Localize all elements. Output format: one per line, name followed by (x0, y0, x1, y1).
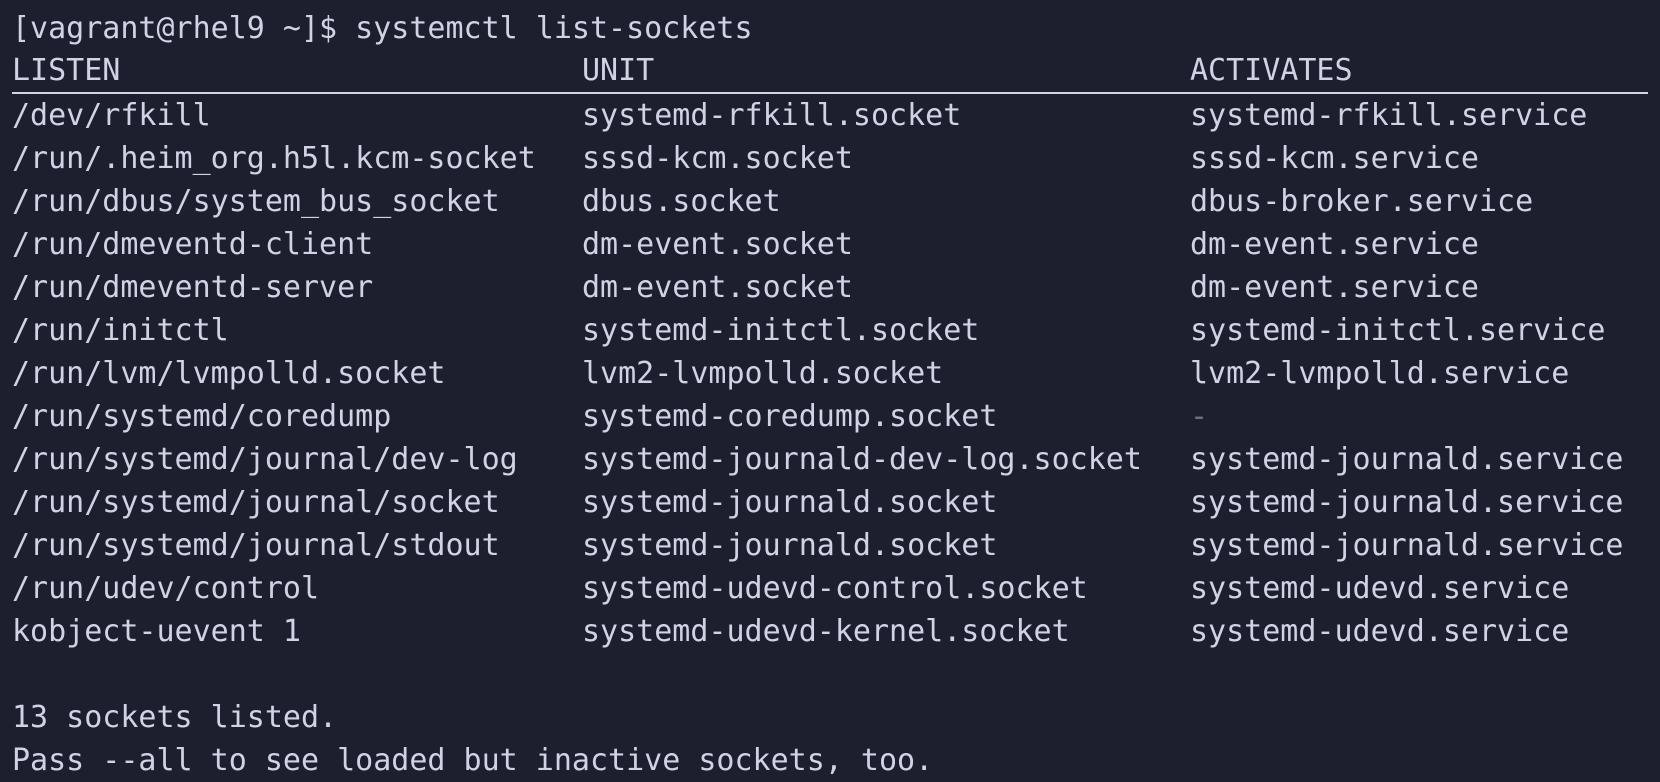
listen-cell: /run/dmeventd-server (12, 270, 374, 305)
command-text: systemctl list-sockets (355, 11, 753, 46)
table-row: /run/systemd/coredump systemd-coredump.s… (12, 395, 1648, 438)
column-header-activates: ACTIVATES (1190, 53, 1353, 88)
unit-cell: dm-event.socket (582, 270, 853, 305)
table-row: /run/initctl systemd-initctl.socket syst… (12, 309, 1648, 352)
listen-cell: /run/systemd/journal/dev-log (12, 442, 518, 477)
unit-cell: systemd-coredump.socket (582, 399, 998, 434)
table-row: /run/systemd/journal/stdout systemd-jour… (12, 524, 1648, 567)
activates-cell: systemd-rfkill.service (1190, 98, 1588, 133)
activates-cell: dm-event.service (1190, 270, 1479, 305)
table-row: /run/systemd/journal/socket systemd-jour… (12, 481, 1648, 524)
activates-cell: dm-event.service (1190, 227, 1479, 262)
activates-cell: systemd-initctl.service (1190, 313, 1606, 348)
activates-cell: systemd-udevd.service (1190, 614, 1570, 649)
listen-cell: /run/udev/control (12, 571, 320, 606)
table-row: /run/.heim_org.h5l.kcm-socket sssd-kcm.s… (12, 137, 1648, 180)
listen-cell: /run/.heim_org.h5l.kcm-socket (12, 141, 536, 176)
unit-cell: sssd-kcm.socket (582, 141, 853, 176)
column-header-listen: LISTEN (12, 53, 121, 88)
unit-cell: systemd-journald-dev-log.socket (582, 442, 1142, 477)
table-row: /run/dmeventd-client dm-event.socket dm-… (12, 223, 1648, 266)
table-row: /run/dbus/system_bus_socket dbus.socket … (12, 180, 1648, 223)
summary-line: 13 sockets listed. (12, 700, 338, 735)
listen-cell: /run/lvm/lvmpolld.socket (12, 356, 446, 391)
listen-cell: /dev/rfkill (12, 98, 211, 133)
unit-cell: systemd-rfkill.socket (582, 98, 962, 133)
unit-cell: systemd-initctl.socket (582, 313, 980, 348)
table-row: /run/udev/control systemd-udevd-control.… (12, 567, 1648, 610)
activates-cell: dbus-broker.service (1190, 184, 1534, 219)
listen-cell: /run/systemd/coredump (12, 399, 392, 434)
activates-cell: lvm2-lvmpolld.service (1190, 356, 1570, 391)
unit-cell: systemd-udevd-kernel.socket (582, 614, 1070, 649)
listen-cell: /run/systemd/journal/socket (12, 485, 500, 520)
activates-cell: systemd-udevd.service (1190, 571, 1570, 606)
terminal-window[interactable]: [vagrant@rhel9 ~]$ systemctl list-socket… (0, 0, 1660, 782)
listen-cell: /run/systemd/journal/stdout (12, 528, 500, 563)
activates-cell: systemd-journald.service (1190, 528, 1624, 563)
listen-cell: /run/dbus/system_bus_socket (12, 184, 500, 219)
listen-cell: /run/dmeventd-client (12, 227, 374, 262)
activates-cell: systemd-journald.service (1190, 485, 1624, 520)
activates-cell: sssd-kcm.service (1190, 141, 1479, 176)
unit-cell: systemd-udevd-control.socket (582, 571, 1088, 606)
listen-cell: /run/initctl (12, 313, 229, 348)
unit-cell: systemd-journald.socket (582, 485, 998, 520)
listen-cell: kobject-uevent 1 (12, 614, 301, 649)
table-row: /run/lvm/lvmpolld.socket lvm2-lvmpolld.s… (12, 352, 1648, 395)
unit-cell: dm-event.socket (582, 227, 853, 262)
unit-cell: lvm2-lvmpolld.socket (582, 356, 944, 391)
activates-cell: - (1190, 399, 1209, 434)
table-header: LISTEN UNIT ACTIVATES (12, 50, 1648, 94)
socket-table-body: /dev/rfkill systemd-rfkill.socket system… (12, 94, 1648, 653)
table-row: /run/dmeventd-server dm-event.socket dm-… (12, 266, 1648, 309)
activates-cell: systemd-journald.service (1190, 442, 1624, 477)
unit-cell: dbus.socket (582, 184, 781, 219)
table-row: /dev/rfkill systemd-rfkill.socket system… (12, 94, 1648, 137)
table-row: kobject-uevent 1 systemd-udevd-kernel.so… (12, 610, 1648, 653)
table-row: /run/systemd/journal/dev-log systemd-jou… (12, 438, 1648, 481)
column-header-unit: UNIT (582, 53, 655, 88)
unit-cell: systemd-journald.socket (582, 528, 998, 563)
hint-line: Pass --all to see loaded but inactive so… (12, 743, 934, 778)
command-line: [vagrant@rhel9 ~]$ systemctl list-socket… (12, 8, 1648, 50)
shell-prompt: [vagrant@rhel9 ~]$ (12, 11, 356, 46)
